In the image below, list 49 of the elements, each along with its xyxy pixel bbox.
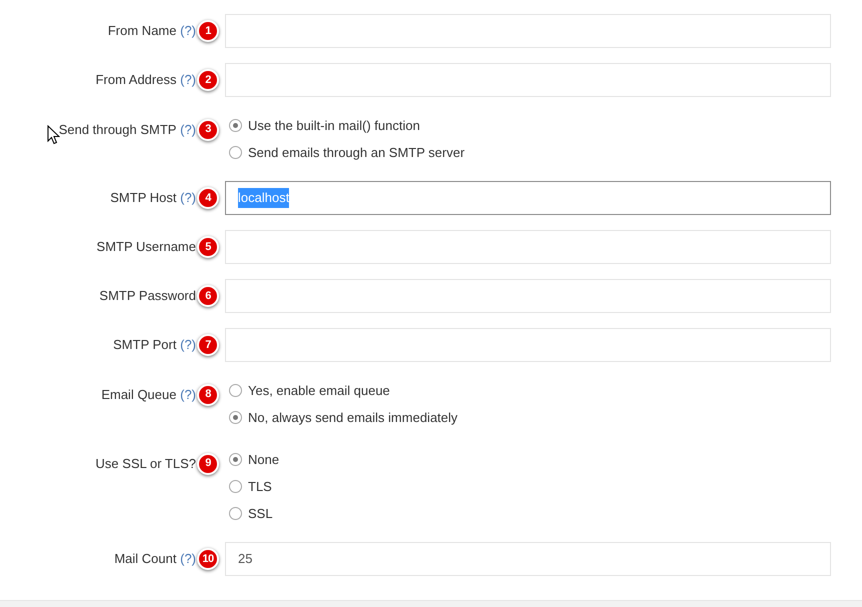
option-label: SSL: [248, 504, 273, 523]
help-link[interactable]: (?): [180, 335, 196, 355]
field-label: SMTP Host: [110, 189, 176, 208]
option-label: None: [248, 450, 280, 469]
input-field[interactable]: [225, 230, 831, 264]
field-label: Send through SMTP: [58, 120, 176, 139]
field-label: From Name: [108, 22, 176, 40]
option-label: Use the built-in mail() function: [248, 116, 420, 135]
input-field[interactable]: localhost: [225, 181, 831, 215]
field-label: From Address: [96, 71, 176, 90]
field-label: SMTP Password: [99, 287, 196, 306]
help-link[interactable]: (?): [180, 549, 196, 569]
option-label: Yes, enable email queue: [248, 382, 390, 400]
radio-button[interactable]: [229, 146, 242, 159]
radio-button[interactable]: [229, 384, 242, 397]
step-number-badge: 6: [197, 285, 219, 307]
step-number-badge: 10: [197, 548, 219, 570]
help-link[interactable]: (?): [180, 120, 196, 140]
mouse-cursor-icon: [47, 125, 60, 145]
help-link[interactable]: (?): [180, 21, 196, 41]
field-label: Email Queue: [101, 386, 176, 404]
option-label: Send emails through an SMTP server: [248, 144, 465, 162]
input-field[interactable]: [225, 328, 831, 362]
help-link[interactable]: (?): [180, 384, 196, 404]
radio-button[interactable]: [229, 453, 242, 466]
radio-button[interactable]: [229, 507, 242, 520]
field-label: SMTP Username: [96, 238, 196, 256]
option-label: TLS: [248, 478, 272, 496]
input-field[interactable]: [225, 279, 831, 313]
step-number-badge: 1: [197, 20, 219, 42]
radio-button[interactable]: [229, 480, 242, 493]
help-link[interactable]: (?): [180, 188, 196, 208]
field-label: SMTP Port: [113, 336, 176, 354]
radio-button[interactable]: [229, 411, 242, 424]
step-number-badge: 5: [197, 236, 219, 258]
help-link[interactable]: (?): [180, 70, 196, 90]
step-number-badge: 3: [197, 118, 219, 140]
field-label: Mail Count: [114, 550, 176, 568]
step-number-badge: 8: [197, 384, 219, 406]
radio-button[interactable]: [229, 119, 242, 132]
input-field[interactable]: [225, 63, 831, 97]
step-number-badge: 9: [197, 452, 219, 474]
input-field[interactable]: [225, 14, 831, 48]
input-field[interactable]: 25: [225, 542, 831, 576]
field-label: Use SSL or TLS?: [96, 454, 196, 473]
step-number-badge: 4: [197, 187, 219, 209]
step-number-badge: 7: [197, 334, 219, 356]
step-number-badge: 2: [197, 69, 219, 91]
option-label: No, always send emails immediately: [248, 408, 458, 427]
